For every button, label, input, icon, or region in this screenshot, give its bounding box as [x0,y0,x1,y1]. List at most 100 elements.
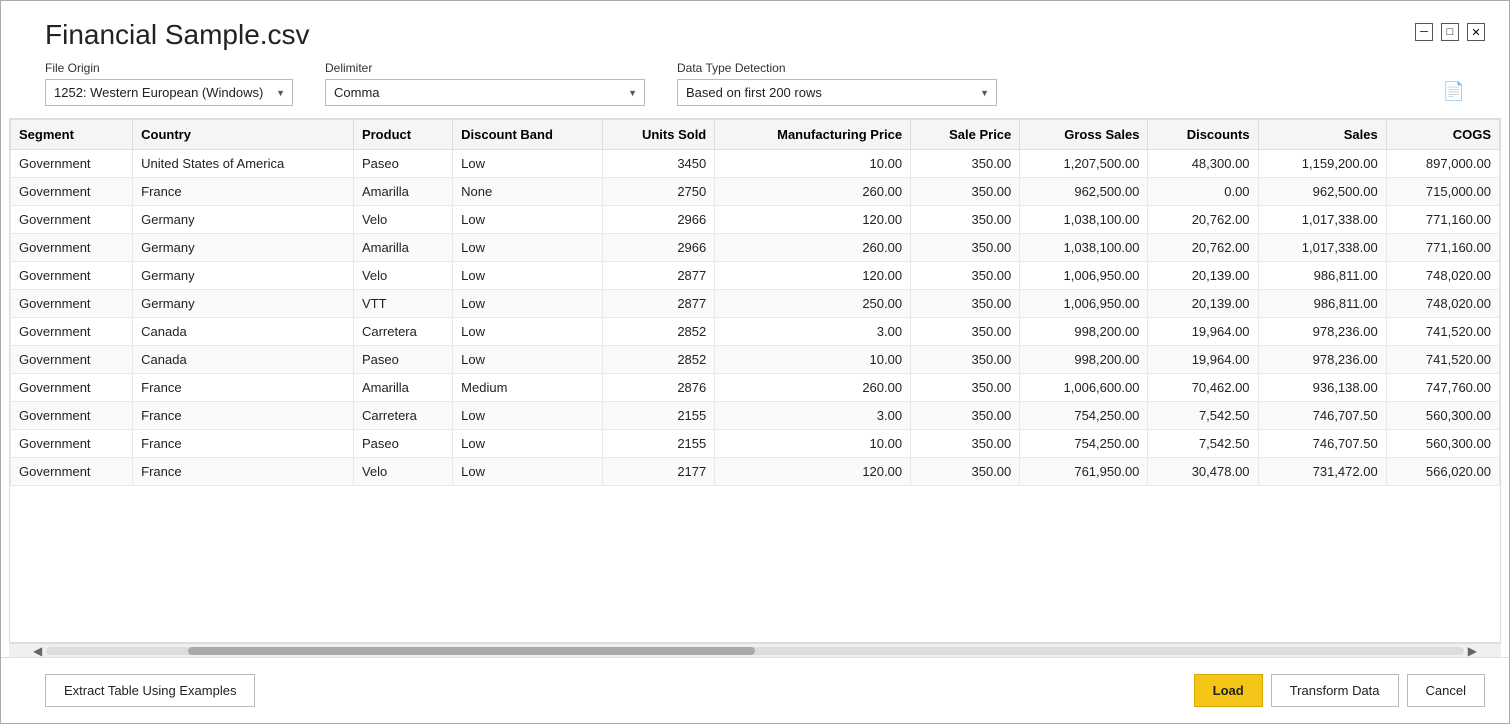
cell-manufacturing_price: 3.00 [715,318,911,346]
cell-manufacturing_price: 10.00 [715,346,911,374]
footer: Extract Table Using Examples Load Transf… [1,657,1509,723]
cell-discounts: 20,139.00 [1148,290,1258,318]
table-row: GovernmentCanadaPaseoLow285210.00350.009… [11,346,1500,374]
cell-segment: Government [11,262,133,290]
horizontal-scrollbar[interactable]: ◀ ▶ [9,643,1501,657]
table-row: GovernmentGermanyVTTLow2877250.00350.001… [11,290,1500,318]
file-origin-label: File Origin [45,61,293,75]
cell-sale_price: 350.00 [911,458,1020,486]
cell-discount_band: Low [453,290,603,318]
cell-manufacturing_price: 260.00 [715,178,911,206]
minimize-button[interactable]: ─ [1415,23,1433,41]
cell-discounts: 0.00 [1148,178,1258,206]
cell-sales: 986,811.00 [1258,262,1386,290]
cell-product: Paseo [353,430,452,458]
cell-sales: 1,017,338.00 [1258,206,1386,234]
cell-segment: Government [11,318,133,346]
cell-units_sold: 2852 [603,346,715,374]
cell-cogs: 748,020.00 [1386,262,1499,290]
cell-discounts: 7,542.50 [1148,430,1258,458]
cell-units_sold: 2750 [603,178,715,206]
cell-product: Paseo [353,150,452,178]
cell-sale_price: 350.00 [911,318,1020,346]
cell-product: Carretera [353,318,452,346]
table-row: GovernmentGermanyAmarillaLow2966260.0035… [11,234,1500,262]
extract-table-button[interactable]: Extract Table Using Examples [45,674,255,707]
cell-manufacturing_price: 10.00 [715,430,911,458]
cell-discounts: 30,478.00 [1148,458,1258,486]
col-header-gross_sales: Gross Sales [1020,120,1148,150]
file-origin-group: File Origin 1252: Western European (Wind… [45,61,293,106]
cell-product: Velo [353,206,452,234]
cell-country: France [133,430,354,458]
table-row: GovernmentFrancePaseoLow215510.00350.007… [11,430,1500,458]
cell-gross_sales: 998,200.00 [1020,346,1148,374]
export-icon[interactable]: 📄 [1443,81,1465,102]
table-scroll[interactable]: SegmentCountryProductDiscount BandUnits … [10,119,1500,486]
cell-product: Amarilla [353,178,452,206]
cell-segment: Government [11,234,133,262]
table-row: GovernmentGermanyVeloLow2877120.00350.00… [11,262,1500,290]
cell-gross_sales: 1,006,950.00 [1020,290,1148,318]
cell-sales: 731,472.00 [1258,458,1386,486]
cell-segment: Government [11,178,133,206]
cell-manufacturing_price: 3.00 [715,402,911,430]
cell-discount_band: None [453,178,603,206]
cell-units_sold: 2177 [603,458,715,486]
cell-gross_sales: 1,006,950.00 [1020,262,1148,290]
data-type-detection-group: Data Type Detection Based on first 200 r… [677,61,997,106]
cell-discounts: 48,300.00 [1148,150,1258,178]
cell-manufacturing_price: 120.00 [715,262,911,290]
cell-cogs: 560,300.00 [1386,402,1499,430]
cell-sales: 978,236.00 [1258,318,1386,346]
file-origin-select[interactable]: 1252: Western European (Windows) [45,79,293,106]
header-row: SegmentCountryProductDiscount BandUnits … [11,120,1500,150]
close-button[interactable]: ✕ [1467,23,1485,41]
col-header-product: Product [353,120,452,150]
cell-country: United States of America [133,150,354,178]
cell-country: Germany [133,262,354,290]
maximize-button[interactable]: □ [1441,23,1459,41]
cell-units_sold: 2877 [603,290,715,318]
data-type-detection-select[interactable]: Based on first 200 rows [677,79,997,106]
scroll-right-arrow[interactable]: ▶ [1464,644,1481,658]
table-row: GovernmentFranceAmarillaNone2750260.0035… [11,178,1500,206]
data-type-detection-select-wrapper: Based on first 200 rows [677,79,997,106]
controls-row: File Origin 1252: Western European (Wind… [1,61,1509,118]
cell-product: Amarilla [353,234,452,262]
cell-discounts: 70,462.00 [1148,374,1258,402]
cell-sales: 746,707.50 [1258,402,1386,430]
cell-country: France [133,178,354,206]
cell-cogs: 771,160.00 [1386,234,1499,262]
col-header-units_sold: Units Sold [603,120,715,150]
file-origin-select-wrapper: 1252: Western European (Windows) [45,79,293,106]
load-button[interactable]: Load [1194,674,1263,707]
cell-sales: 746,707.50 [1258,430,1386,458]
transform-data-button[interactable]: Transform Data [1271,674,1399,707]
table-row: GovernmentFranceAmarillaMedium2876260.00… [11,374,1500,402]
cell-country: Canada [133,318,354,346]
cell-product: VTT [353,290,452,318]
cell-manufacturing_price: 120.00 [715,206,911,234]
cell-cogs: 748,020.00 [1386,290,1499,318]
col-header-discount_band: Discount Band [453,120,603,150]
delimiter-select[interactable]: Comma [325,79,645,106]
cell-discount_band: Low [453,206,603,234]
cell-sale_price: 350.00 [911,346,1020,374]
col-header-cogs: COGS [1386,120,1499,150]
cell-discount_band: Low [453,150,603,178]
scroll-left-arrow[interactable]: ◀ [29,644,46,658]
cell-discount_band: Low [453,430,603,458]
cell-cogs: 747,760.00 [1386,374,1499,402]
window-controls: ─ □ ✕ [1415,19,1485,41]
cell-product: Velo [353,458,452,486]
cell-units_sold: 2877 [603,262,715,290]
cell-gross_sales: 998,200.00 [1020,318,1148,346]
cell-cogs: 715,000.00 [1386,178,1499,206]
cell-sales: 978,236.00 [1258,346,1386,374]
title-bar: Financial Sample.csv ─ □ ✕ [1,1,1509,61]
cell-segment: Government [11,430,133,458]
delimiter-select-wrapper: Comma [325,79,645,106]
cancel-button[interactable]: Cancel [1407,674,1485,707]
cell-segment: Government [11,458,133,486]
